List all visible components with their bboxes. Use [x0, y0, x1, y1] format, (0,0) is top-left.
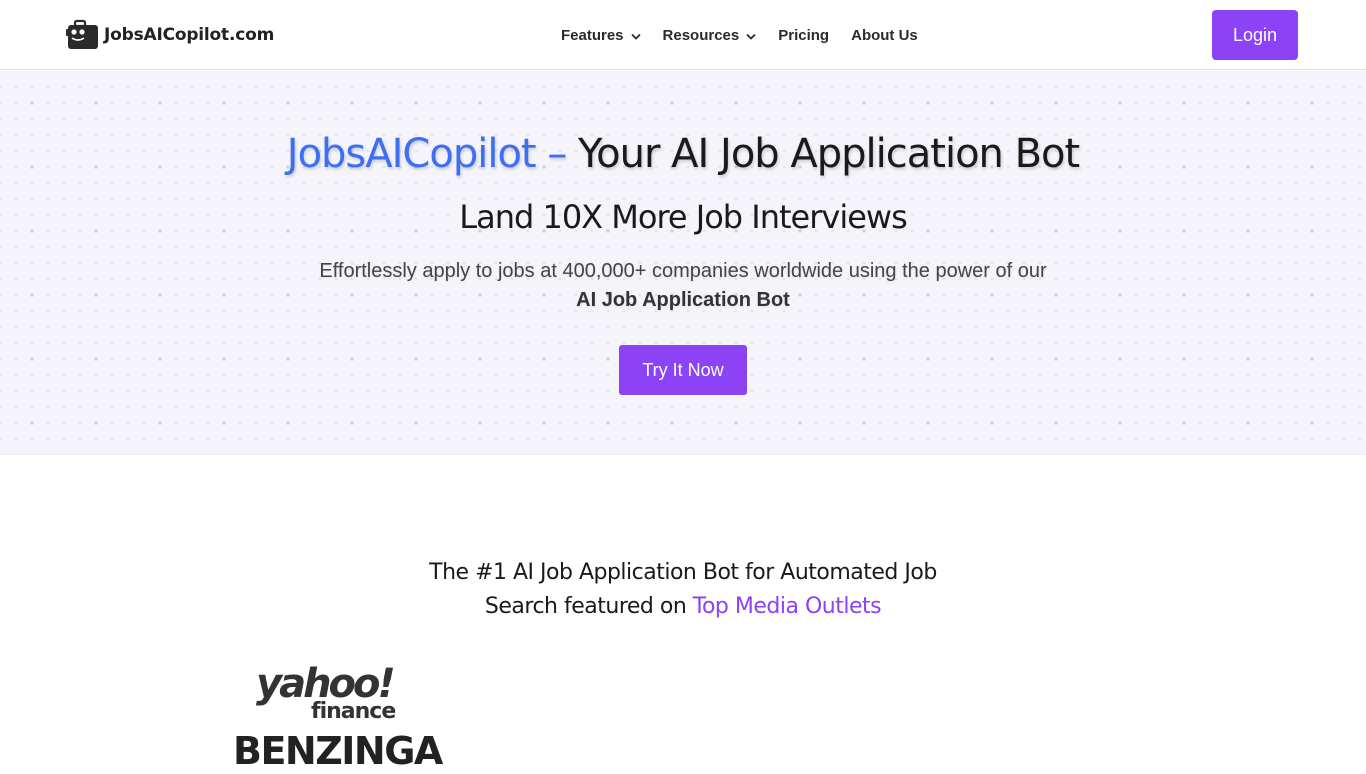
site-header: JobsAICopilot.com Features Resources Pri… [0, 0, 1366, 70]
chevron-down-icon [630, 27, 641, 44]
hero-title-rest: Your AI Job Application Bot [566, 131, 1080, 177]
benzinga-logo: BENZINGA [233, 729, 443, 773]
briefcase-robot-icon [66, 19, 100, 51]
featured-heading-prefix: Search featured on [484, 594, 693, 619]
hero-description-text: Effortlessly apply to jobs at 400,000+ c… [319, 260, 1047, 282]
yahoo-finance-logo: yahoo! finance [256, 662, 416, 724]
try-it-now-button[interactable]: Try It Now [619, 345, 747, 395]
nav-about-us-label: About Us [851, 26, 918, 44]
main-nav: Features Resources Pricing About Us [561, 24, 918, 46]
featured-heading-line1: The #1 AI Job Application Bot for Automa… [429, 560, 937, 585]
hero-section: JobsAICopilot – Your AI Job Application … [0, 71, 1366, 455]
site-logo[interactable]: JobsAICopilot.com [66, 18, 274, 52]
yahoo-logo-sub: finance [311, 699, 396, 724]
hero-subtitle: Land 10X More Job Interviews [459, 198, 907, 236]
nav-features[interactable]: Features [561, 27, 641, 44]
featured-heading-accent: Top Media Outlets [692, 594, 882, 619]
nav-pricing[interactable]: Pricing [778, 27, 829, 44]
nav-resources[interactable]: Resources [663, 27, 757, 44]
nav-resources-label: Resources [662, 26, 740, 44]
hero-title: JobsAICopilot – Your AI Job Application … [0, 131, 1366, 177]
nav-pricing-label: Pricing [778, 26, 830, 44]
hero-title-brand: JobsAICopilot – [286, 131, 568, 177]
login-button[interactable]: Login [1212, 10, 1298, 60]
nav-features-label: Features [561, 26, 624, 44]
nav-about-us[interactable]: About Us [851, 27, 918, 44]
logo-text: JobsAICopilot.com [104, 25, 275, 45]
hero-description-bold: AI Job Application Bot [576, 289, 790, 311]
chevron-down-icon [746, 27, 756, 44]
featured-heading: The #1 AI Job Application Bot for Automa… [383, 556, 983, 624]
hero-description: Effortlessly apply to jobs at 400,000+ c… [283, 257, 1083, 315]
